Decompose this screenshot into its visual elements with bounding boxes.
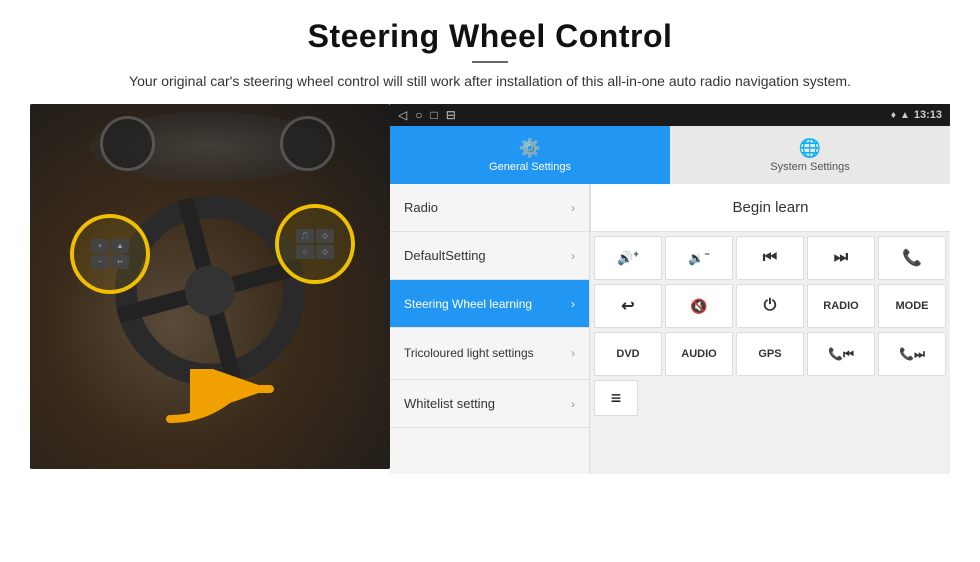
sw-center — [179, 260, 240, 321]
controls-panel: Begin learn 🔊+ 🔉− ⏮ ⏭ — [590, 184, 950, 474]
power-button[interactable]: ⏻ — [736, 284, 804, 328]
mode-label: MODE — [896, 300, 929, 312]
yellow-circle-left: + ▲ − ↩ — [70, 214, 150, 294]
status-bar: ◁ ○ □ ⊟ ♦ ▲ 13:13 — [390, 104, 950, 126]
steering-wheel-image: + ▲ − ↩ 🎵 ◇ ○ ◇ — [30, 104, 390, 469]
gps-label: GPS — [758, 348, 781, 360]
control-buttons-row2: ↩ 🔇 ⏻ RADIO MODE — [590, 284, 950, 332]
next-track-button[interactable]: ⏭ — [807, 236, 875, 280]
main-content: + ▲ − ↩ 🎵 ◇ ○ ◇ — [30, 104, 950, 474]
prev-track-icon: ⏮ — [763, 249, 777, 267]
home-icon[interactable]: ○ — [415, 108, 422, 122]
control-buttons-row3: DVD AUDIO GPS 📞⏮ 📞⏭ — [590, 332, 950, 380]
audio-button[interactable]: AUDIO — [665, 332, 733, 376]
chevron-tricoloured-icon: › — [571, 346, 575, 362]
phone-button[interactable]: 📞 — [878, 236, 946, 280]
chevron-radio-icon: › — [571, 201, 575, 215]
yellow-circle-right: 🎵 ◇ ○ ◇ — [275, 204, 355, 284]
general-settings-icon: ⚙️ — [519, 138, 541, 159]
status-bar-left: ◁ ○ □ ⊟ — [398, 108, 456, 122]
status-bar-right: ♦ ▲ 13:13 — [891, 109, 942, 121]
next-track-icon: ⏭ — [834, 249, 848, 267]
menu-item-default-setting[interactable]: DefaultSetting › — [390, 232, 589, 280]
menu-item-radio[interactable]: Radio › — [390, 184, 589, 232]
tab-system-label: System Settings — [770, 161, 849, 173]
phone-prev-icon: 📞⏮ — [828, 347, 854, 362]
android-ui-panel: ◁ ○ □ ⊟ ♦ ▲ 13:13 ⚙️ General Settings 🌐 … — [390, 104, 950, 474]
menu-item-steering-wheel[interactable]: Steering Wheel learning › — [390, 280, 589, 328]
chevron-default-icon: › — [571, 249, 575, 263]
vol-up-icon: 🔊+ — [617, 249, 638, 266]
menu-whitelist-label: Whitelist setting — [404, 396, 495, 411]
mode-button[interactable]: MODE — [878, 284, 946, 328]
menu-item-tricoloured[interactable]: Tricoloured light settings › — [390, 328, 589, 380]
mute-button[interactable]: 🔇 — [665, 284, 733, 328]
phone-prev-button[interactable]: 📞⏮ — [807, 332, 875, 376]
phone-icon: 📞 — [902, 248, 922, 268]
menu-radio-label: Radio — [404, 200, 438, 215]
tab-general-settings[interactable]: ⚙️ General Settings — [390, 126, 670, 184]
mute-icon: 🔇 — [690, 298, 707, 315]
begin-learn-row: Begin learn — [590, 184, 950, 232]
vol-down-icon: 🔉− — [688, 249, 709, 266]
tab-bar: ⚙️ General Settings 🌐 System Settings — [390, 126, 950, 184]
header-description: Your original car's steering wheel contr… — [40, 71, 940, 92]
recents-icon[interactable]: □ — [430, 108, 437, 122]
tab-general-label: General Settings — [489, 161, 571, 173]
back-icon[interactable]: ◁ — [398, 108, 407, 122]
radio-label: RADIO — [823, 300, 858, 312]
power-icon: ⏻ — [764, 297, 777, 315]
dvd-label: DVD — [616, 348, 639, 360]
menu-item-whitelist[interactable]: Whitelist setting › — [390, 380, 589, 428]
gauge-left — [100, 116, 155, 171]
system-settings-icon: 🌐 — [799, 138, 821, 159]
menu-list: Radio › DefaultSetting › Steering Wheel … — [390, 184, 590, 474]
vol-down-button[interactable]: 🔉− — [665, 236, 733, 280]
audio-label: AUDIO — [681, 348, 716, 360]
vol-up-button[interactable]: 🔊+ — [594, 236, 662, 280]
page-header: Steering Wheel Control Your original car… — [0, 0, 980, 104]
menu-tricoloured-label: Tricoloured light settings — [404, 346, 534, 362]
page-title: Steering Wheel Control — [40, 18, 940, 55]
clock: 13:13 — [914, 109, 942, 121]
list-icon-row: ≡ — [590, 380, 950, 420]
call-end-button[interactable]: ↩ — [594, 284, 662, 328]
content-area: Radio › DefaultSetting › Steering Wheel … — [390, 184, 950, 474]
gps-button[interactable]: GPS — [736, 332, 804, 376]
list-icon-button[interactable]: ≡ — [594, 380, 638, 416]
menu-default-label: DefaultSetting — [404, 248, 486, 263]
radio-button[interactable]: RADIO — [807, 284, 875, 328]
call-end-icon: ↩ — [621, 296, 634, 316]
location-icon: ♦ — [891, 110, 896, 121]
prev-track-button[interactable]: ⏮ — [736, 236, 804, 280]
control-buttons-row1: 🔊+ 🔉− ⏮ ⏭ 📞 — [590, 232, 950, 284]
signal-icon: ▲ — [900, 110, 910, 121]
header-divider — [472, 61, 508, 63]
gauge-right — [280, 116, 335, 171]
list-icon: ≡ — [611, 388, 622, 409]
dvd-button[interactable]: DVD — [594, 332, 662, 376]
phone-next-button[interactable]: 📞⏭ — [878, 332, 946, 376]
chevron-whitelist-icon: › — [571, 397, 575, 411]
phone-next-icon: 📞⏭ — [899, 347, 925, 362]
menu-steering-label: Steering Wheel learning — [404, 297, 532, 311]
chevron-steering-icon: › — [571, 297, 575, 311]
begin-learn-button[interactable]: Begin learn — [590, 184, 950, 231]
arrow-indicator — [160, 369, 290, 439]
tab-system-settings[interactable]: 🌐 System Settings — [670, 126, 950, 184]
screenshot-icon[interactable]: ⊟ — [446, 108, 456, 122]
